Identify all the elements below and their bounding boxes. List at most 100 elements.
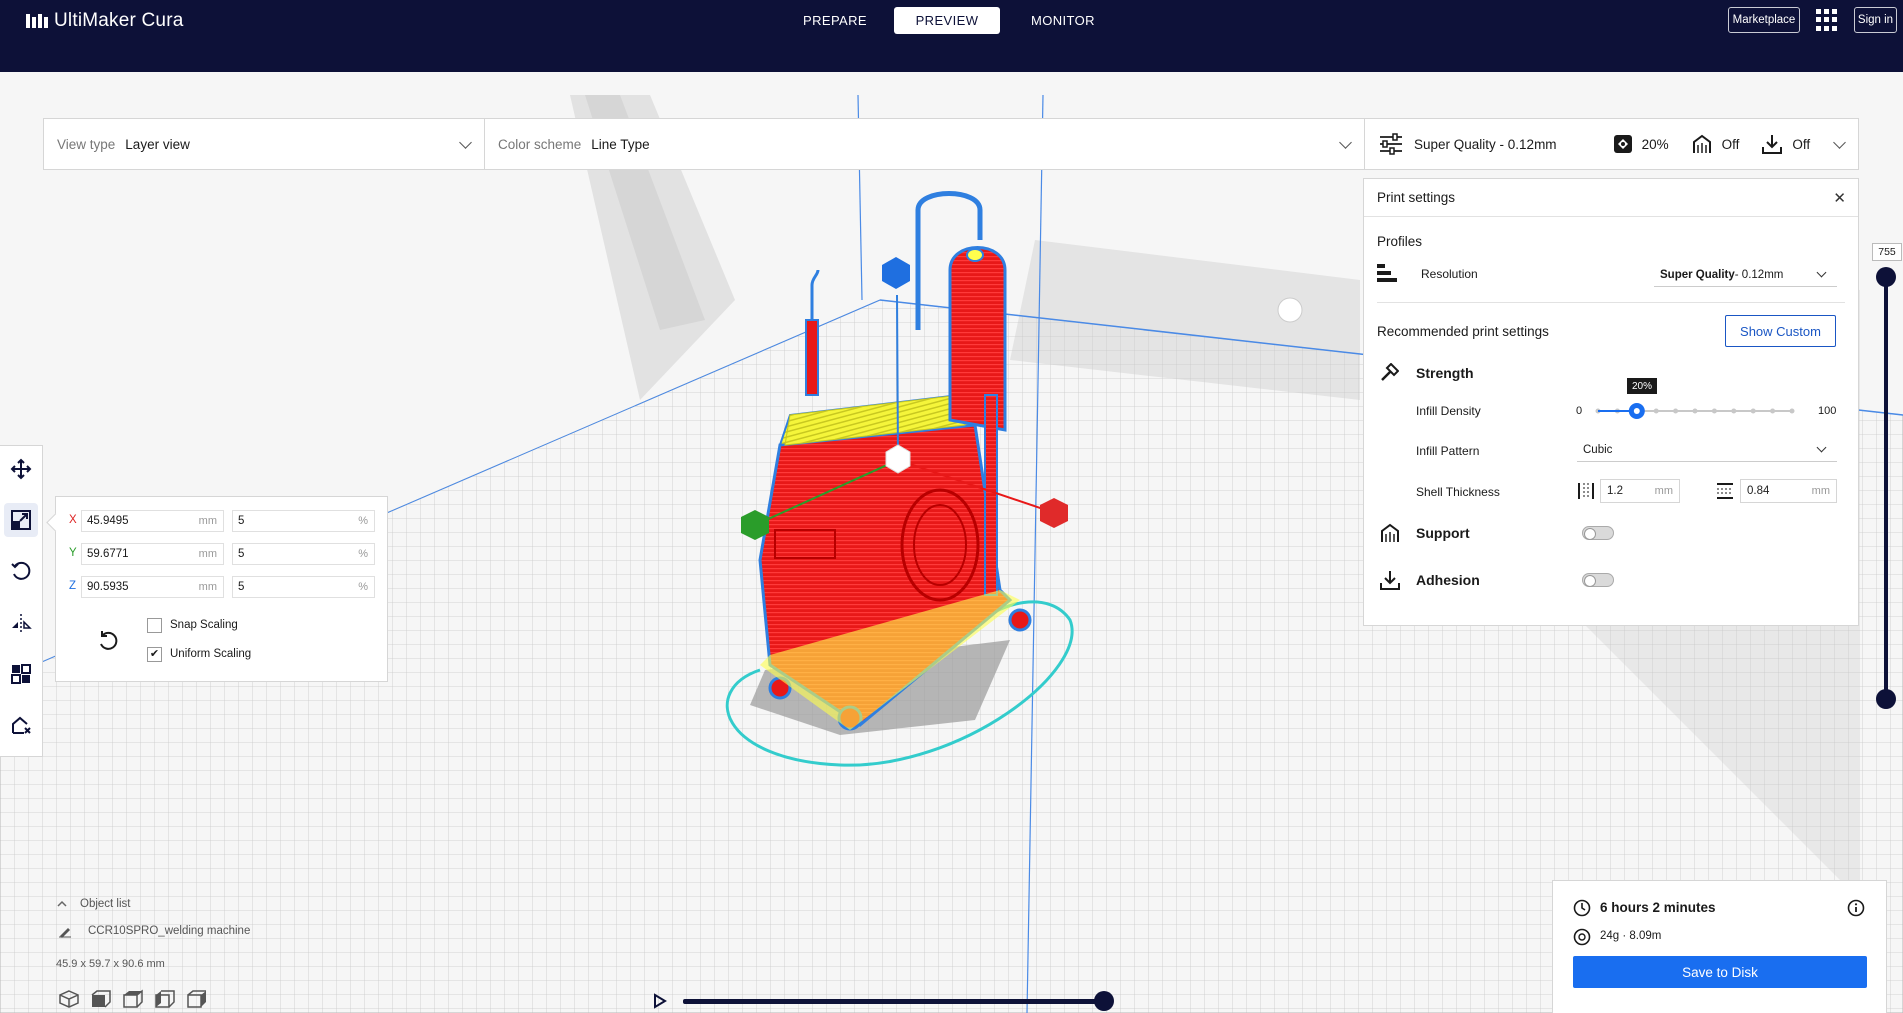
infill-density-label: Infill Density bbox=[1416, 404, 1481, 418]
y-axis-label: Y bbox=[69, 547, 77, 559]
snap-scaling-checkbox[interactable] bbox=[147, 618, 162, 633]
view-type-dropdown[interactable]: View type Layer view bbox=[44, 119, 485, 169]
view-top-icon[interactable] bbox=[122, 989, 144, 1009]
color-scheme-dropdown[interactable]: Color scheme Line Type bbox=[485, 119, 1365, 169]
adhesion-icon bbox=[1762, 135, 1783, 154]
save-to-disk-button[interactable]: Save to Disk bbox=[1573, 956, 1867, 988]
view-left-icon[interactable] bbox=[154, 989, 176, 1009]
profiles-label: Profiles bbox=[1377, 234, 1423, 249]
chevron-down-icon bbox=[1816, 442, 1827, 453]
show-custom-button[interactable]: Show Custom bbox=[1725, 315, 1836, 347]
adhesion-toggle[interactable] bbox=[1582, 573, 1614, 587]
scale-tool-button[interactable] bbox=[4, 503, 38, 537]
layer-count-input[interactable]: 755 bbox=[1872, 243, 1902, 261]
x-percent-value: 5 bbox=[238, 515, 245, 527]
ultimaker-logo-icon bbox=[26, 14, 48, 28]
view-type-value: Layer view bbox=[125, 136, 190, 152]
adhesion-summary: Off bbox=[1761, 133, 1810, 155]
y-percent-unit: % bbox=[358, 548, 368, 560]
per-model-settings-button[interactable] bbox=[4, 657, 38, 691]
tab-preview[interactable]: PREVIEW bbox=[894, 7, 1000, 34]
y-percent-value: 5 bbox=[238, 548, 245, 560]
top-bottom-thickness-input[interactable]: 0.84 mm bbox=[1740, 479, 1837, 503]
tab-prepare[interactable]: PREPARE bbox=[793, 7, 877, 34]
move-icon bbox=[10, 458, 32, 480]
reset-scale-icon[interactable] bbox=[96, 629, 120, 653]
y-percent-input[interactable]: 5 % bbox=[232, 543, 375, 565]
chevron-down-icon bbox=[1816, 267, 1827, 278]
uniform-scaling-label: Uniform Scaling bbox=[170, 648, 252, 660]
infill-slider-tick bbox=[1750, 408, 1756, 414]
check-icon: ✔ bbox=[149, 648, 160, 660]
layer-slider-lower-handle[interactable] bbox=[1876, 689, 1896, 709]
layer-slider-upper-handle[interactable] bbox=[1876, 267, 1896, 287]
app-title: UltiMaker Cura bbox=[54, 10, 184, 31]
camera-view-buttons bbox=[58, 989, 208, 1009]
infill-density-slider[interactable] bbox=[1594, 401, 1796, 421]
resolution-dropdown[interactable]: Super Quality - 0.12mm bbox=[1654, 263, 1837, 287]
resolution-label: Resolution bbox=[1421, 267, 1478, 281]
x-size-input[interactable]: 45.9495 mm bbox=[81, 510, 224, 532]
view-type-label: View type bbox=[57, 136, 116, 152]
view-3d-icon[interactable] bbox=[58, 989, 80, 1009]
top-bottom-thickness-unit: mm bbox=[1811, 485, 1830, 497]
object-list-toggle[interactable]: Object list bbox=[56, 898, 131, 910]
y-size-input[interactable]: 59.6771 mm bbox=[81, 543, 224, 565]
object-list-item[interactable]: CCR10SPRO_welding machine bbox=[58, 924, 250, 938]
infill-pattern-dropdown[interactable]: Cubic bbox=[1577, 438, 1837, 462]
sign-in-button[interactable]: Sign in bbox=[1854, 7, 1897, 33]
close-icon[interactable]: ✕ bbox=[1833, 189, 1846, 207]
z-axis-label: Z bbox=[69, 580, 77, 592]
resolution-icon bbox=[1377, 264, 1397, 282]
x-percent-input[interactable]: 5 % bbox=[232, 510, 375, 532]
support-blocker-button[interactable] bbox=[4, 709, 38, 743]
build-plate-viewport[interactable]: View type Layer view Color scheme Line T… bbox=[0, 72, 1903, 1013]
infill-summary-text: 20% bbox=[1641, 136, 1669, 152]
view-right-icon[interactable] bbox=[186, 989, 208, 1009]
print-estimate-panel: 6 hours 2 minutes 24g · 8.09m Save to Di… bbox=[1552, 880, 1887, 1013]
rotate-tool-button[interactable] bbox=[4, 554, 38, 588]
simulation-slider-handle[interactable] bbox=[1094, 991, 1114, 1011]
layer-slider-track[interactable] bbox=[1884, 277, 1888, 699]
support-summary-text: Off bbox=[1721, 136, 1740, 152]
recommended-label: Recommended print settings bbox=[1377, 324, 1549, 339]
frame-knob bbox=[1277, 297, 1303, 323]
infill-slider-tick bbox=[1770, 408, 1776, 414]
view-options-bar: View type Layer view Color scheme Line T… bbox=[43, 118, 1859, 170]
support-summary: Off bbox=[1691, 133, 1740, 155]
print-time: 6 hours 2 minutes bbox=[1600, 900, 1716, 915]
mirror-tool-button[interactable] bbox=[4, 606, 38, 640]
z-size-input[interactable]: 90.5935 mm bbox=[81, 576, 224, 598]
support-blocker-icon bbox=[12, 716, 31, 734]
print-setup-selector[interactable]: Super Quality - 0.12mm 20% Off Off bbox=[1365, 119, 1858, 169]
wall-thickness-input[interactable]: 1.2 mm bbox=[1600, 479, 1680, 503]
scale-tool-panel: X Y Z 45.9495 mm 59.6771 mm 90.5935 mm 5… bbox=[55, 496, 388, 682]
chevron-down-icon bbox=[459, 136, 472, 149]
infill-pattern-label: Infill Pattern bbox=[1416, 444, 1480, 458]
adhesion-icon bbox=[1380, 571, 1400, 590]
support-icon bbox=[1692, 134, 1711, 153]
app-logo: UltiMaker Cura bbox=[26, 10, 184, 32]
x-size-value: 45.9495 bbox=[87, 515, 129, 527]
play-icon[interactable] bbox=[652, 993, 668, 1009]
uniform-scaling-checkbox[interactable]: ✔ bbox=[147, 647, 162, 662]
wall-thickness-icon bbox=[1578, 483, 1594, 499]
apps-grid-icon[interactable] bbox=[1816, 9, 1838, 31]
adhesion-label: Adhesion bbox=[1416, 572, 1480, 588]
info-icon[interactable] bbox=[1847, 899, 1865, 917]
marketplace-button[interactable]: Marketplace bbox=[1728, 7, 1800, 33]
chevron-down-icon bbox=[1833, 136, 1846, 149]
object-dimensions: 45.9 x 59.7 x 90.6 mm bbox=[56, 958, 165, 970]
move-tool-button[interactable] bbox=[4, 452, 38, 486]
view-front-icon[interactable] bbox=[90, 989, 112, 1009]
scale-icon bbox=[11, 510, 31, 530]
infill-summary: 20% bbox=[1613, 134, 1669, 154]
tab-monitor[interactable]: MONITOR bbox=[1018, 7, 1108, 34]
z-percent-input[interactable]: 5 % bbox=[232, 576, 375, 598]
simulation-slider-track[interactable] bbox=[683, 999, 1105, 1004]
infill-density-tooltip: 20% bbox=[1627, 378, 1657, 394]
chevron-up-icon bbox=[57, 900, 67, 907]
support-toggle[interactable] bbox=[1582, 526, 1614, 540]
y-size-value: 59.6771 bbox=[87, 548, 129, 560]
object-list-title: Object list bbox=[80, 898, 131, 910]
